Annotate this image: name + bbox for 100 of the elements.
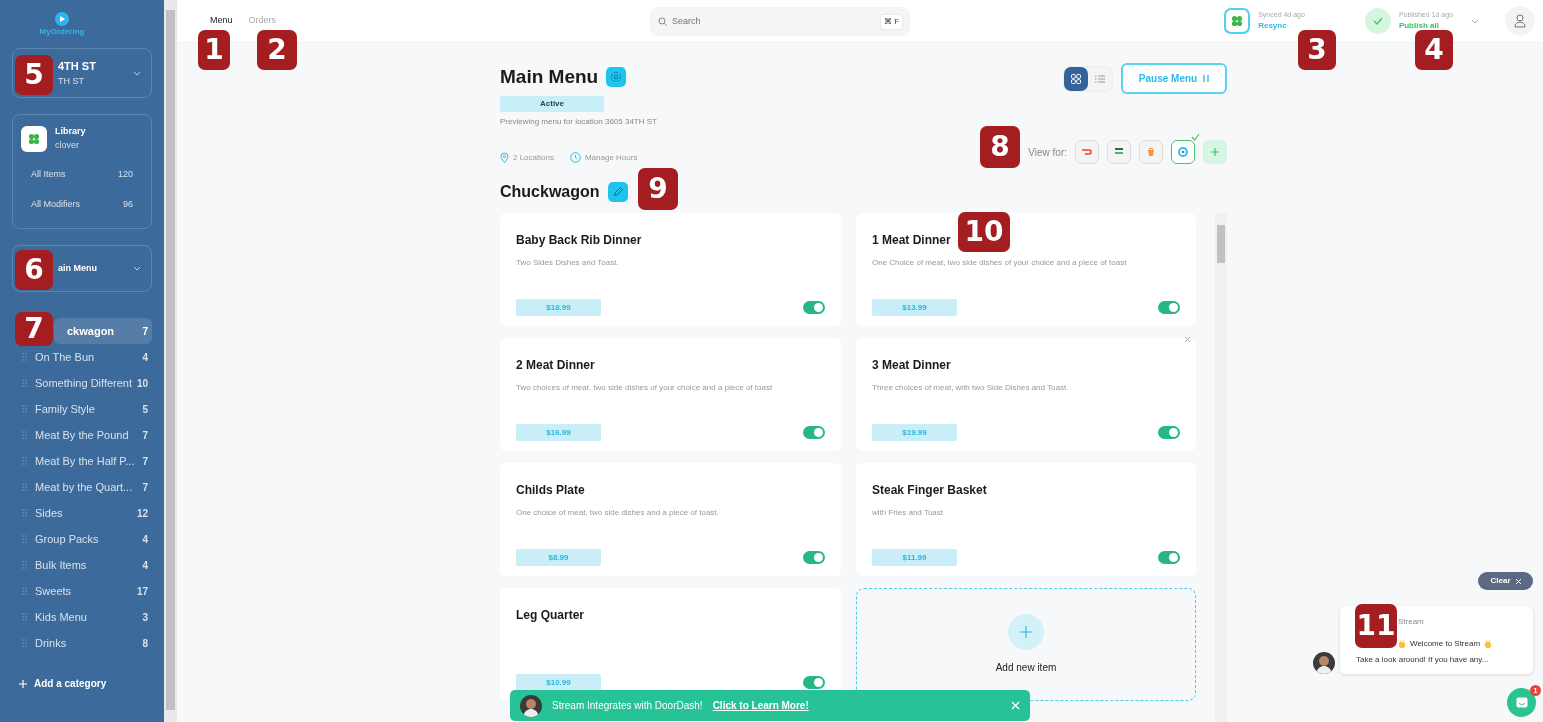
pin-icon	[500, 152, 509, 163]
hours-link[interactable]: Manage Hours	[569, 151, 638, 164]
drag-handle-icon	[21, 379, 27, 387]
page-scrollbar[interactable]	[164, 0, 177, 722]
category-item[interactable]: Meat by the Quart... 7	[13, 474, 152, 500]
greeting-text: Welcome to Stream	[1410, 638, 1481, 650]
drag-handle-icon	[21, 561, 27, 569]
item-name: Steak Finger Basket	[872, 482, 988, 499]
banner-text: Stream Integrates with DoorDash!	[552, 699, 703, 713]
category-count: 4	[142, 558, 148, 573]
callout-marker: 7	[15, 312, 53, 346]
channel-button[interactable]	[1075, 140, 1099, 164]
clap-icon	[1484, 640, 1493, 648]
category-name: Group Packs	[35, 531, 100, 547]
learn-more-link[interactable]: Click to Learn More!	[712, 698, 809, 713]
library-row[interactable]: All Items 120	[21, 168, 143, 182]
chevron-icon	[133, 266, 141, 271]
callout-marker: 9	[638, 168, 678, 210]
category-item[interactable]: Drinks 8	[13, 630, 152, 656]
category-count: 7	[142, 428, 148, 443]
avatar-icon	[520, 694, 542, 717]
chat-icon	[1515, 696, 1528, 709]
toggle-switch[interactable]	[803, 551, 825, 564]
list-icon	[1095, 74, 1105, 83]
menu-title: Main Menu	[500, 65, 599, 89]
clear-button[interactable]: Clear	[1478, 572, 1533, 590]
item-name: 2 Meat Dinner	[516, 357, 596, 374]
message-preview: Take a look around! If you have any...	[1356, 654, 1490, 666]
plus-icon	[1210, 147, 1220, 157]
search-icon	[658, 16, 668, 26]
item-name: Baby Back Rib Dinner	[516, 232, 643, 249]
category-count: 4	[142, 532, 148, 547]
category-item[interactable]: Kids Menu 3	[13, 604, 152, 630]
callout-marker: 11	[1355, 604, 1397, 648]
category-item[interactable]: Meat By the Half P... 7	[13, 448, 152, 474]
category-count: 12	[136, 506, 148, 521]
pause-menu-button[interactable]: Pause Menu	[1121, 63, 1227, 94]
library-row[interactable]: All Modifiers 96	[21, 197, 143, 211]
category-item[interactable]: Meat By the Pound 7	[13, 422, 152, 448]
scrollbar[interactable]	[1215, 213, 1227, 722]
category-item[interactable]: Sweets 17	[13, 578, 152, 604]
add-channel-button[interactable]	[1203, 140, 1227, 164]
category-item[interactable]: Group Packs 4	[13, 526, 152, 552]
item-name: Childs Plate	[516, 482, 586, 499]
item-name: 3 Meat Dinner	[872, 357, 952, 374]
settings-button[interactable]	[606, 67, 627, 88]
category-count: 17	[136, 584, 148, 599]
close-icon	[1515, 578, 1521, 584]
logo-text: MyOrdering	[39, 26, 85, 38]
chat-launcher[interactable]	[1507, 688, 1536, 717]
item-description: Three choices of meat, with two Side Dishes and Toast.	[872, 382, 1070, 394]
toggle-switch[interactable]	[1158, 301, 1180, 314]
category-name: On The Bun	[35, 349, 96, 365]
item-name: Leg Quarter	[516, 607, 585, 624]
callout-marker: 3	[1298, 30, 1336, 70]
clover-icon	[28, 132, 40, 145]
channel-button[interactable]	[1107, 140, 1131, 164]
toggle-switch[interactable]	[1158, 551, 1180, 564]
category-item[interactable]: Family Style 5	[13, 396, 152, 422]
drag-handle-icon	[21, 457, 27, 465]
toggle-switch[interactable]	[803, 676, 825, 689]
locations-link[interactable]: 2 Locations	[500, 151, 554, 164]
ring-icon	[1176, 145, 1190, 159]
publish-link[interactable]: Publish all	[1398, 20, 1453, 33]
profile-button[interactable]	[1505, 6, 1535, 36]
category-count: 4	[142, 350, 148, 365]
toggle-switch[interactable]	[1158, 426, 1180, 439]
category-count: 8	[142, 636, 148, 651]
callout-marker: 6	[15, 250, 53, 290]
category-item[interactable]: Bulk Items 4	[13, 552, 152, 578]
category-item[interactable]: Sides 12	[13, 500, 152, 526]
grid-view-button[interactable]	[1064, 66, 1088, 91]
nav-tab[interactable]: Orders	[242, 14, 283, 28]
category-item[interactable]: Something Different 10	[13, 370, 152, 396]
add-category-link[interactable]: Add a category	[12, 676, 152, 691]
callout-marker: 8	[980, 126, 1020, 168]
sync-button[interactable]	[1224, 8, 1251, 34]
toggle-switch[interactable]	[803, 301, 825, 314]
drag-handle-icon	[21, 483, 27, 491]
category-name: Sweets	[35, 583, 73, 599]
edit-button[interactable]	[607, 182, 628, 202]
category-item[interactable]: On The Bun 4	[13, 344, 152, 370]
chevron-icon	[133, 70, 141, 76]
callout-marker: 10	[958, 212, 1010, 252]
category-name: Something Different	[35, 375, 134, 391]
plus-icon	[1019, 625, 1033, 639]
callout-marker: 2	[257, 30, 297, 70]
item-description: with Fries and Toast	[872, 507, 944, 519]
close-icon	[1184, 336, 1191, 343]
resync-link[interactable]: Resync	[1258, 20, 1305, 33]
nav-tab[interactable]: Menu	[204, 14, 239, 28]
item-price: $13.99	[872, 299, 957, 316]
callout-marker: 5	[15, 55, 53, 95]
item-price: $18.99	[516, 299, 601, 316]
category-item[interactable]: ckwagon 7	[54, 318, 152, 344]
close-button[interactable]	[1184, 336, 1191, 343]
drag-handle-icon	[21, 405, 27, 413]
toggle-switch[interactable]	[803, 426, 825, 439]
clover-icon	[1231, 15, 1244, 27]
clock-icon	[569, 152, 581, 163]
